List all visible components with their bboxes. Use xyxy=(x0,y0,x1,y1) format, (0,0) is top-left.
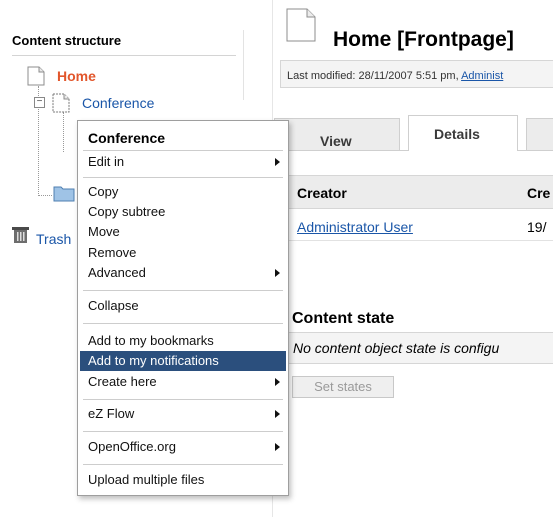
menu-item-advanced[interactable]: Advanced xyxy=(80,263,286,283)
tree-node-conference[interactable]: Conference xyxy=(82,95,154,111)
menu-item-copy[interactable]: Copy xyxy=(80,182,286,202)
row-divider xyxy=(286,240,553,241)
menu-item-move[interactable]: Move xyxy=(80,222,286,242)
tab-label: View xyxy=(320,133,352,149)
set-states-button[interactable]: Set states xyxy=(292,376,394,398)
column-header-created: Cre xyxy=(527,185,551,201)
content-state-heading: Content state xyxy=(292,310,395,327)
collapse-toggle[interactable]: − xyxy=(34,97,45,108)
menu-item-upload-multiple[interactable]: Upload multiple files xyxy=(80,470,286,490)
menu-item-openoffice[interactable]: OpenOffice.org xyxy=(80,437,286,457)
creator-link[interactable]: Administrator User xyxy=(297,219,413,235)
trash-icon xyxy=(12,227,29,243)
document-icon xyxy=(52,93,70,113)
tab-details[interactable]: Details xyxy=(408,115,518,151)
modified-user-link[interactable]: Administ xyxy=(461,70,503,82)
submenu-arrow-icon xyxy=(275,158,280,166)
menu-item-label: OpenOffice.org xyxy=(88,439,176,454)
menu-item-add-notifications[interactable]: Add to my notifications xyxy=(80,351,286,371)
tree-node-home[interactable]: Home xyxy=(57,68,96,84)
menu-separator xyxy=(83,290,283,291)
submenu-arrow-icon xyxy=(275,443,280,451)
tree-connector xyxy=(63,112,64,152)
tab-more[interactable] xyxy=(526,118,553,150)
submenu-arrow-icon xyxy=(275,410,280,418)
menu-item-create-here[interactable]: Create here xyxy=(80,372,286,392)
menu-item-label: eZ Flow xyxy=(88,406,135,421)
last-modified-text: Last modified: 28/11/2007 5:51 pm, Admin… xyxy=(287,70,503,82)
document-icon xyxy=(286,8,316,42)
menu-separator xyxy=(83,399,283,400)
menu-item-collapse[interactable]: Collapse xyxy=(80,296,286,316)
menu-item-label: Create here xyxy=(88,374,157,389)
page-title: Home [Frontpage] xyxy=(333,28,514,51)
content-state-message: No content object state is configu xyxy=(293,340,500,356)
menu-separator xyxy=(83,323,283,324)
menu-item-label: Edit in xyxy=(88,154,125,169)
menu-item-label: Advanced xyxy=(88,265,146,280)
tree-divider xyxy=(12,55,236,56)
menu-separator xyxy=(83,431,283,432)
menu-item-add-bookmarks[interactable]: Add to my bookmarks xyxy=(80,331,286,351)
panel-splitter[interactable] xyxy=(243,30,244,100)
tree-heading: Content structure xyxy=(12,33,122,48)
document-icon xyxy=(27,66,45,86)
menu-item-remove[interactable]: Remove xyxy=(80,243,286,263)
menu-separator xyxy=(83,177,283,178)
column-header-creator: Creator xyxy=(297,185,347,201)
menu-separator xyxy=(83,150,283,151)
menu-item-ez-flow[interactable]: eZ Flow xyxy=(80,404,286,424)
tree-node-trash[interactable]: Trash xyxy=(36,231,71,247)
created-date: 19/ xyxy=(527,219,547,235)
tree-connector xyxy=(38,195,52,196)
modified-prefix: Last modified: 28/11/2007 5:51 pm, xyxy=(287,70,462,82)
submenu-arrow-icon xyxy=(275,378,280,386)
menu-item-edit-in[interactable]: Edit in xyxy=(80,152,286,172)
submenu-arrow-icon xyxy=(275,269,280,277)
tab-view[interactable]: View xyxy=(274,118,400,150)
menu-separator xyxy=(83,464,283,465)
folder-icon[interactable] xyxy=(53,184,75,202)
tab-label: Details xyxy=(434,126,480,142)
context-menu-title: Conference xyxy=(88,130,166,146)
menu-item-copy-subtree[interactable]: Copy subtree xyxy=(80,202,286,222)
